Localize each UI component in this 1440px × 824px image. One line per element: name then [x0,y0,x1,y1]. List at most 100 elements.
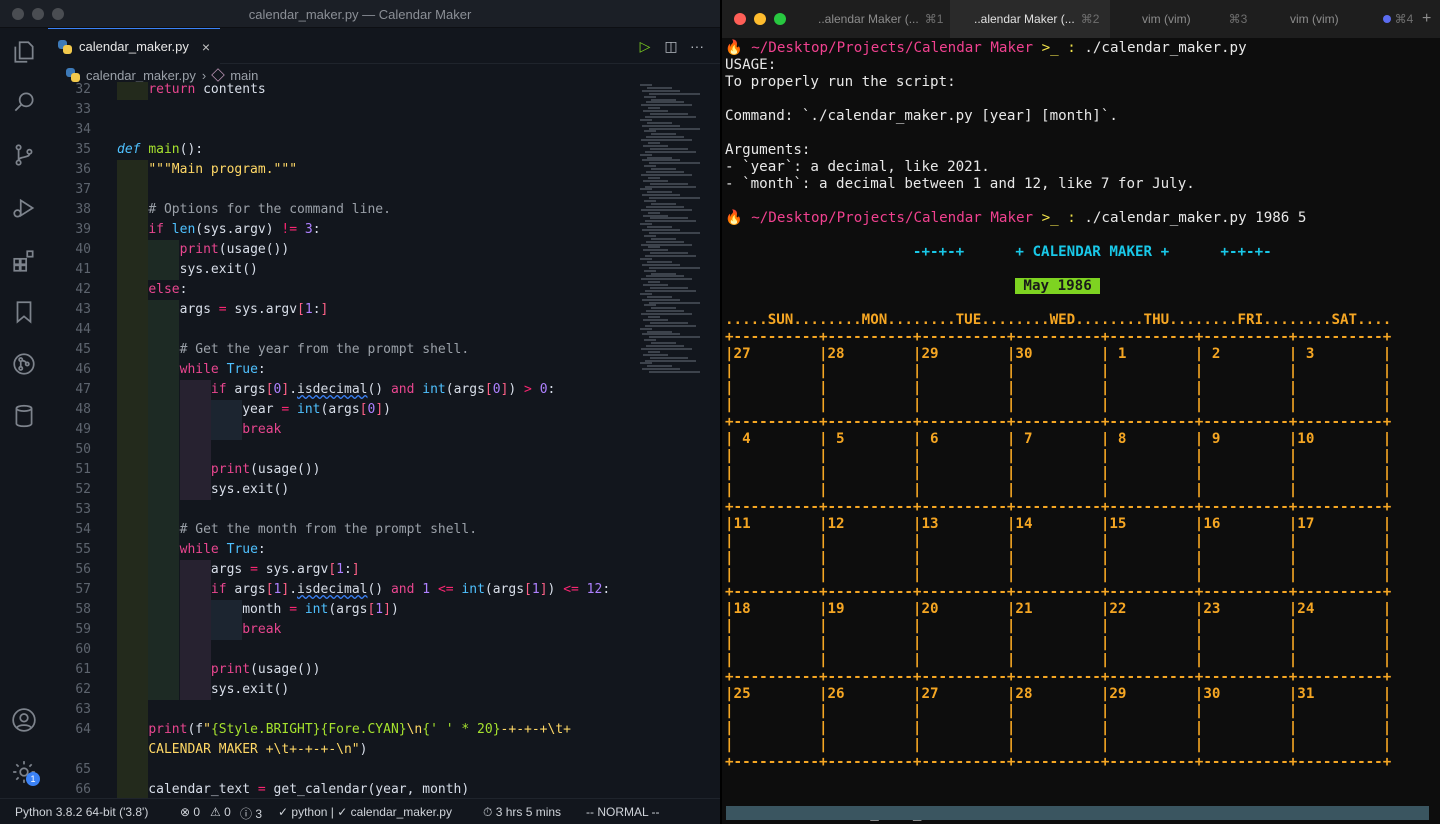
code-line[interactable]: return contents [117,82,265,97]
code-line[interactable]: args = sys.argv[1:] [117,562,360,577]
line-number[interactable]: 66 [48,782,91,797]
code-editor[interactable]: 32 return contents 33 34 35 def main(): 36 ""… [48,82,720,798]
line-number[interactable]: 55 [48,542,91,557]
close-tab-button[interactable]: × [202,39,210,55]
more-actions-button[interactable]: ··· [688,37,706,55]
line-number[interactable]: 33 [48,102,91,117]
code-line[interactable]: calendar_text = get_calendar(year, month… [117,782,469,797]
run-file-button[interactable]: ▷ [636,37,654,55]
line-number[interactable]: 34 [48,122,91,137]
code-line[interactable]: sys.exit() [117,682,289,697]
line-number[interactable]: 36 [48,162,91,177]
line-number[interactable]: 52 [48,482,91,497]
database-icon[interactable] [10,402,38,430]
code-line[interactable]: if len(sys.argv) != 3: [117,222,320,237]
account-icon[interactable] [10,706,38,734]
line-number[interactable]: 61 [48,662,91,677]
python-interpreter[interactable]: Python 3.8.2 64-bit ('3.8') [15,805,148,819]
breadcrumb-symbol[interactable]: main [230,68,258,83]
code-line[interactable]: while True: [117,542,266,557]
extensions-icon[interactable] [10,247,38,275]
line-number[interactable]: 42 [48,282,91,297]
code-line[interactable]: print(usage()) [117,242,290,257]
line-number[interactable]: 57 [48,582,91,597]
line-number[interactable]: 47 [48,382,91,397]
error-count[interactable]: ⊗ 0 [180,805,200,819]
code-line[interactable]: if args[1].isdecimal() and 1 <= int(args… [117,582,610,597]
code-line[interactable]: # Get the month from the prompt shell. [117,522,477,537]
line-number[interactable]: 62 [48,682,91,697]
search-icon[interactable] [10,88,38,116]
code-line[interactable]: while True: [117,362,266,377]
code-line[interactable]: year = int(args[0]) [117,402,391,417]
minimap-line [649,162,700,165]
minimize-window-button[interactable] [754,13,766,25]
terminal-tab-3[interactable]: vim (vim) ⌘3 [1142,0,1272,38]
code-line[interactable]: break [117,422,281,437]
code-line[interactable]: print(f"{Style.BRIGHT}{Fore.CYAN}\n{' ' … [117,722,571,737]
line-number[interactable]: 32 [48,82,91,97]
minimap-line [644,304,656,307]
line-number[interactable]: 44 [48,322,91,337]
line-number[interactable]: 50 [48,442,91,457]
line-number[interactable]: 53 [48,502,91,517]
info-count[interactable]: ⓘ 3 [240,805,262,822]
terminal-output[interactable]: 🔥 ~/Desktop/Projects/Calendar Maker >_ :… [725,40,1437,821]
language-status[interactable]: ✓ python | ✓ calendar_maker.py [278,805,452,819]
line-number[interactable]: 49 [48,422,91,437]
line-number[interactable]: 60 [48,642,91,657]
code-line[interactable]: print(usage()) [117,462,321,477]
line-number[interactable]: 43 [48,302,91,317]
time-tracker[interactable]: ⏱ 3 hrs 5 mins [483,805,561,820]
line-number[interactable]: 56 [48,562,91,577]
code-line[interactable]: break [117,622,281,637]
code-line[interactable]: else: [117,282,187,297]
terminal-tab-4[interactable]: vim (vim) ⌘4 [1290,0,1430,38]
line-number[interactable]: 64 [48,722,91,737]
new-tab-icon[interactable]: + [1422,10,1431,28]
zoom-window-button[interactable] [774,13,786,25]
line-number[interactable]: 37 [48,182,91,197]
bookmark-icon[interactable] [10,298,38,326]
minimap[interactable] [640,84,720,384]
code-line[interactable]: print(usage()) [117,662,321,677]
line-number[interactable]: 40 [48,242,91,257]
minimap-line [643,353,668,356]
explorer-icon[interactable] [10,38,38,66]
line-number[interactable]: 51 [48,462,91,477]
code-line[interactable]: month = int(args[1]) [117,602,399,617]
warning-count[interactable]: ⚠ 0 [210,805,231,819]
code-line[interactable]: CALENDAR MAKER +\t+-+-+-\n") [117,742,367,757]
tab-calendar-maker[interactable]: calendar_maker.py × [48,28,220,64]
code-line[interactable]: sys.exit() [117,482,289,497]
code-line[interactable]: args = sys.argv[1:] [117,302,329,317]
line-number[interactable]: 46 [48,362,91,377]
breadcrumb-file[interactable]: calendar_maker.py [86,68,196,83]
line-number[interactable]: 41 [48,262,91,277]
line-number[interactable]: 35 [48,142,91,157]
line-number[interactable]: 48 [48,402,91,417]
source-control-icon[interactable] [10,141,38,169]
code-line[interactable]: # Get the year from the prompt shell. [117,342,470,357]
line-number[interactable]: 59 [48,622,91,637]
run-debug-icon[interactable] [10,194,38,222]
terminal-tab-2[interactable]: ..alendar Maker (... ⌘2 [950,0,1110,38]
git-graph-icon[interactable] [10,350,38,378]
line-number[interactable]: 63 [48,702,91,717]
terminal-tab-1[interactable]: ..alendar Maker (... ⌘1 [818,0,948,38]
split-editor-button[interactable]: ◫ [662,37,680,55]
calendar-week-row: |11 |12 |13 |14 |15 |16 |17 | [725,516,1392,532]
code-line[interactable]: def main(): [117,142,203,157]
code-line[interactable]: if args[0].isdecimal() and int(args[0]) … [117,382,555,397]
terminal-scrollbar[interactable] [726,806,1429,820]
line-number[interactable]: 45 [48,342,91,357]
line-number[interactable]: 54 [48,522,91,537]
code-line[interactable]: sys.exit() [117,262,258,277]
close-window-button[interactable] [734,13,746,25]
code-line[interactable]: # Options for the command line. [117,202,391,217]
line-number[interactable]: 58 [48,602,91,617]
line-number[interactable]: 39 [48,222,91,237]
line-number[interactable]: 65 [48,762,91,777]
code-line[interactable]: """Main program.""" [117,162,297,177]
line-number[interactable]: 38 [48,202,91,217]
